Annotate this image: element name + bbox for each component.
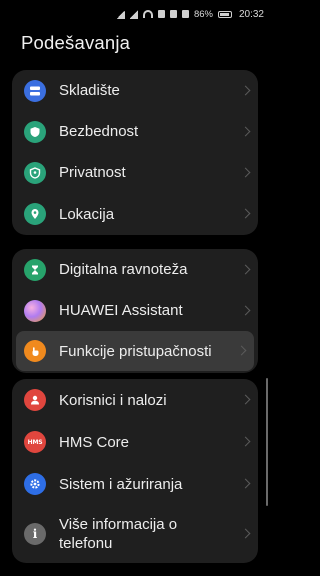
assistant-icon (24, 299, 46, 322)
settings-item-users-accounts[interactable]: Korisnici i nalozi (12, 379, 258, 421)
settings-item-label: Bezbednost (59, 123, 139, 140)
settings-item-accessibility[interactable]: Funkcije pristupačnosti (16, 331, 254, 371)
settings-item-label: Više informacija o telefonu (59, 516, 178, 552)
hourglass-icon (24, 258, 46, 281)
user-icon (24, 389, 46, 411)
settings-group-privacy: Skladište Bezbednost Privatnost Lokacija (12, 70, 258, 235)
scrollbar[interactable] (266, 378, 268, 506)
privacy-icon (24, 161, 46, 184)
accessibility-hand-icon (24, 340, 46, 362)
chevron-right-icon (236, 345, 247, 356)
settings-item-label: HMS Core (59, 433, 130, 451)
settings-item-privacy[interactable]: Privatnost (12, 152, 258, 193)
shield-icon (24, 120, 46, 143)
settings-item-label: Sistem i ažuriranja (59, 475, 183, 493)
settings-item-location[interactable]: Lokacija (12, 193, 258, 235)
battery-percentage: 86% (193, 8, 213, 20)
chevron-right-icon (240, 85, 251, 95)
hms-icon: HMS (24, 431, 46, 453)
bluetooth-icon (181, 10, 189, 18)
signal-icon (116, 9, 125, 19)
settings-group-system: Korisnici i nalozi HMS HMS Core Sistem i… (12, 379, 258, 563)
settings-screen: 86% 20:32 Podešavanja Skladište Bezbedno… (0, 0, 271, 576)
settings-item-label: Funkcije pristupačnosti (59, 342, 212, 360)
chevron-right-icon (240, 436, 251, 447)
settings-item-digital-balance[interactable]: Digitalna ravnoteža (12, 249, 258, 290)
settings-item-label: HUAWEI Assistant (59, 302, 183, 319)
settings-item-hms-core[interactable]: HMS HMS Core (12, 421, 258, 463)
settings-item-system-updates[interactable]: Sistem i ažuriranja (12, 463, 258, 505)
settings-item-storage[interactable]: Skladište (12, 70, 258, 111)
status-bar: 86% 20:32 (0, 0, 271, 28)
chevron-right-icon (240, 167, 251, 177)
location-pin-icon (24, 203, 46, 225)
clock: 20:32 (238, 8, 264, 20)
signal-icon-2 (129, 9, 138, 19)
chevron-right-icon (240, 305, 251, 315)
settings-item-huawei-assistant[interactable]: HUAWEI Assistant (12, 290, 258, 331)
settings-item-label: Korisnici i nalozi (59, 391, 167, 409)
storage-icon (24, 79, 46, 102)
chevron-right-icon (240, 394, 251, 405)
info-icon: i (24, 523, 46, 545)
settings-item-label: Lokacija (59, 205, 115, 223)
chevron-right-icon (240, 264, 251, 274)
chevron-right-icon (240, 208, 251, 219)
settings-item-label: Digitalna ravnoteža (59, 261, 188, 278)
settings-group-wellbeing: Digitalna ravnoteža HUAWEI Assistant Fun… (12, 249, 258, 373)
nfc-icon (169, 10, 177, 18)
settings-item-security[interactable]: Bezbednost (12, 111, 258, 152)
system-gear-icon (24, 473, 46, 495)
chevron-right-icon (240, 126, 251, 136)
notification-icon (157, 10, 165, 18)
chevron-right-icon (240, 528, 251, 539)
settings-item-about-phone[interactable]: i Više informacija o telefonu (12, 505, 258, 563)
chevron-right-icon (240, 478, 251, 489)
battery-icon (217, 10, 232, 18)
page-title: Podešavanja (21, 32, 131, 53)
settings-item-label: Skladište (59, 82, 120, 99)
settings-item-label: Privatnost (59, 164, 126, 181)
wifi-icon (142, 10, 153, 18)
